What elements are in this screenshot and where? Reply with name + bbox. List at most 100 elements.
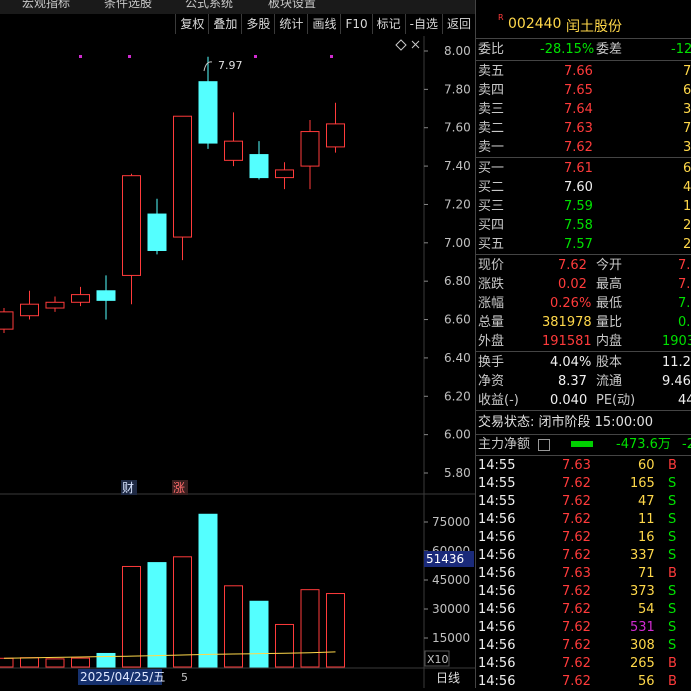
- tick-row: 14:56 7.62 373 S: [476, 583, 691, 601]
- tick-volume: 308: [630, 638, 655, 653]
- tick-price: 7.63: [562, 566, 591, 581]
- bid-volume: 1: [683, 199, 691, 214]
- candle-body: [96, 290, 116, 301]
- tick-direction: B: [668, 656, 677, 671]
- tick-time: 14:56: [478, 584, 516, 599]
- tick-row: 14:55 7.62 47 S: [476, 493, 691, 511]
- main-flow-extra: -2: [682, 437, 691, 452]
- signal-dot: [128, 55, 131, 58]
- menu-item-formula[interactable]: 公式系统: [185, 0, 233, 11]
- ask-price: 7.62: [564, 140, 593, 155]
- tick-direction: S: [668, 548, 677, 563]
- draw-line-button[interactable]: 画线: [307, 14, 340, 34]
- adjust-rights-button[interactable]: 复权: [175, 14, 208, 34]
- ask-price: 7.63: [564, 121, 593, 136]
- stat-label: 涨跌: [478, 277, 505, 292]
- price-axis-label: 7.80: [444, 82, 471, 96]
- stat-label: 最高: [596, 277, 623, 292]
- bid-label: 买一: [478, 161, 505, 176]
- candle-body: [249, 154, 269, 179]
- trade-status-row: 交易状态: 闭市阶段 15:00:00: [476, 413, 691, 432]
- back-button[interactable]: 返回: [441, 14, 475, 34]
- ask-row: 卖四 7.65 6: [476, 81, 691, 100]
- candle-body: [275, 169, 294, 179]
- tick-volume: 16: [638, 530, 655, 545]
- top-menu-bar: 宏观指标 条件选股 公式系统 板块设置: [0, 0, 475, 14]
- tick-time: 14:56: [478, 566, 516, 581]
- stat-label: 外盘: [478, 334, 505, 349]
- price-axis-label: 7.40: [444, 159, 471, 173]
- trade-status-text: 交易状态: 闭市阶段 15:00:00: [478, 415, 654, 430]
- date-suffix: 5: [181, 671, 188, 684]
- event-label-finance: 财: [122, 481, 134, 495]
- tick-direction: S: [668, 512, 677, 527]
- list-icon[interactable]: [538, 439, 550, 451]
- mark-button[interactable]: 标记: [371, 14, 405, 34]
- candle-body: [173, 115, 192, 238]
- tick-volume: 265: [630, 656, 655, 671]
- ask-label: 卖二: [478, 121, 505, 136]
- menu-item-sector-settings[interactable]: 板块设置: [268, 0, 316, 11]
- tick-volume: 71: [638, 566, 655, 581]
- menu-item-stock-screen[interactable]: 条件选股: [104, 0, 152, 11]
- fund-label: PE(动): [596, 393, 636, 408]
- main-flow-value: -473.6万: [616, 437, 671, 452]
- tick-direction: S: [668, 530, 677, 545]
- ask-volume: 3: [683, 102, 691, 117]
- bid-label: 买四: [478, 218, 505, 233]
- tick-direction: S: [668, 494, 677, 509]
- tick-direction: S: [668, 476, 677, 491]
- tick-direction: B: [668, 458, 677, 473]
- fund-value: 9.46: [662, 374, 691, 389]
- tick-time: 14:55: [478, 458, 516, 473]
- ask-volume: 7: [683, 121, 691, 136]
- multi-stock-button[interactable]: 多股: [241, 14, 274, 34]
- bid-volume: 2: [683, 237, 691, 252]
- fund-value: 11.2: [662, 355, 691, 370]
- tick-row: 14:56 7.62 56 B: [476, 673, 691, 691]
- fund-label: 换手: [478, 355, 505, 370]
- stat-value: 0.: [678, 315, 691, 330]
- high-price-marker: 7.97: [203, 59, 243, 72]
- volume-axis-label: 75000: [432, 515, 470, 529]
- tick-direction: B: [668, 566, 677, 581]
- fund-value: 4.04%: [550, 355, 592, 370]
- bid-row: 买二 7.60 4: [476, 178, 691, 197]
- tick-row: 14:55 7.63 60 B: [476, 457, 691, 475]
- tick-time: 14:55: [478, 476, 516, 491]
- ask-volume: 7: [683, 64, 691, 79]
- price-axis-label: 6.40: [444, 351, 471, 365]
- candle-body: [71, 294, 90, 303]
- f10-button[interactable]: F10: [340, 14, 371, 34]
- tick-time: 14:56: [478, 512, 516, 527]
- stock-header: R 002440 闰土股份: [476, 13, 691, 36]
- candle-body: [20, 303, 39, 317]
- tick-time: 14:56: [478, 638, 516, 653]
- tick-row: 14:56 7.62 308 S: [476, 637, 691, 655]
- volume-axis-label: 30000: [432, 602, 470, 616]
- volume-bar: [249, 600, 269, 668]
- tick-time: 14:56: [478, 530, 516, 545]
- tick-row: 14:55 7.62 165 S: [476, 475, 691, 493]
- volume-bar: [173, 556, 192, 668]
- statistics-button[interactable]: 统计: [274, 14, 307, 34]
- bid-volume: 4: [683, 180, 691, 195]
- stat-label: 现价: [478, 258, 505, 273]
- ask-price: 7.64: [564, 102, 593, 117]
- menu-item-macro[interactable]: 宏观指标: [22, 0, 70, 11]
- price-axis-label: 7.20: [444, 197, 471, 211]
- tick-volume: 47: [638, 494, 655, 509]
- volume-series: [0, 513, 345, 668]
- bid-row: 买五 7.57 2: [476, 235, 691, 254]
- tick-direction: S: [668, 620, 677, 635]
- overlay-button[interactable]: 叠加: [208, 14, 241, 34]
- remove-watchlist-button[interactable]: -自选: [404, 14, 442, 34]
- bid-volume: 2: [683, 218, 691, 233]
- stock-name: 闰土股份: [566, 19, 622, 35]
- tick-price: 7.62: [562, 656, 591, 671]
- stat-label: 内盘: [596, 334, 623, 349]
- tick-time: 14:56: [478, 674, 516, 689]
- tick-price: 7.62: [562, 602, 591, 617]
- price-axis-label: 6.00: [444, 428, 471, 442]
- volume-bar: [45, 658, 65, 668]
